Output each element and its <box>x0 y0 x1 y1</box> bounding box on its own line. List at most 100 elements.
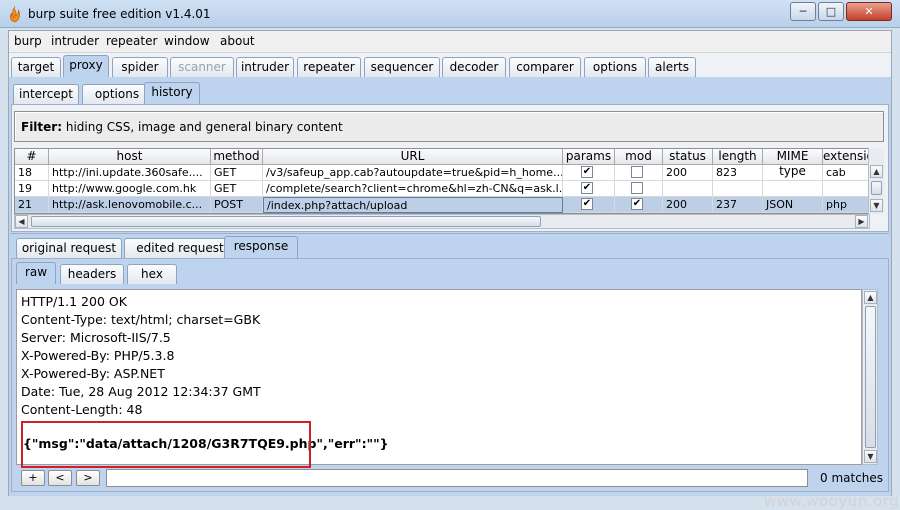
response-line: Date: Tue, 28 Aug 2012 12:34:37 GMT <box>21 384 261 399</box>
view-tabs: raw headers hex <box>14 262 284 286</box>
params-checkbox[interactable]: ✔ <box>581 166 593 178</box>
scroll-right-arrow[interactable]: ▶ <box>855 215 868 228</box>
response-vertical-scrollbar[interactable]: ▲ ▼ <box>862 289 878 465</box>
cell-host: http://www.google.com.hk <box>49 181 211 197</box>
cell-mime <box>763 181 823 197</box>
cell-url: /v3/safeup_app.cab?autoupdate=true&pid=h… <box>263 165 563 181</box>
tab-proxy[interactable]: proxy <box>63 55 109 77</box>
tab-sequencer[interactable]: sequencer <box>364 57 440 77</box>
scroll-thumb[interactable] <box>871 181 882 195</box>
cell-extension <box>823 181 869 197</box>
cell-mime: JSON <box>763 197 823 213</box>
tab-comparer[interactable]: comparer <box>509 57 581 77</box>
minimize-button[interactable]: ─ <box>790 2 816 21</box>
add-button[interactable]: + <box>21 470 45 486</box>
tab-headers[interactable]: headers <box>60 264 124 284</box>
mod-checkbox[interactable] <box>631 166 643 178</box>
response-body-rest: ,"err":""} <box>322 436 389 451</box>
split-divider[interactable] <box>11 233 889 236</box>
tab-target[interactable]: target <box>11 57 61 77</box>
cell-mod: ✔ <box>615 197 663 213</box>
tab-intercept[interactable]: intercept <box>13 84 79 104</box>
cell-method: GET <box>211 165 263 181</box>
tab-proxy-options[interactable]: options <box>82 84 152 104</box>
cell-params: ✔ <box>563 165 615 181</box>
filter-text: hiding CSS, image and general binary con… <box>65 120 343 134</box>
cell-mime <box>763 165 823 181</box>
response-line: Content-Type: text/html; charset=GBK <box>21 312 261 327</box>
cell-mod <box>615 165 663 181</box>
menu-intruder[interactable]: intruder <box>51 34 99 48</box>
tab-edited-request[interactable]: edited request <box>124 238 236 258</box>
col-header-url[interactable]: URL <box>263 149 563 165</box>
col-header-num[interactable]: # <box>15 149 49 165</box>
scroll-down-arrow[interactable]: ▼ <box>870 199 883 212</box>
scroll-thumb[interactable] <box>31 216 541 227</box>
cell-status: 200 <box>663 165 713 181</box>
cell-status <box>663 181 713 197</box>
params-checkbox[interactable]: ✔ <box>581 182 593 194</box>
cell-host: http://ask.lenovomobile.c... <box>49 197 211 213</box>
response-line: Content-Length: 48 <box>21 402 143 417</box>
menu-about[interactable]: about <box>220 34 255 48</box>
col-header-status[interactable]: status <box>663 149 713 165</box>
scroll-thumb[interactable] <box>865 306 876 448</box>
scroll-up-arrow[interactable]: ▲ <box>870 165 883 178</box>
cell-url: /complete/search?client=chrome&hl=zh-CN&… <box>263 181 563 197</box>
menu-burp[interactable]: burp <box>14 34 42 48</box>
search-input[interactable] <box>106 469 808 487</box>
tab-hex[interactable]: hex <box>127 264 177 284</box>
tab-scanner[interactable]: scanner <box>170 57 234 77</box>
col-header-method[interactable]: method <box>211 149 263 165</box>
col-header-mod[interactable]: mod <box>615 149 663 165</box>
mod-checkbox[interactable] <box>631 182 643 194</box>
col-header-host[interactable]: host <box>49 149 211 165</box>
tab-history[interactable]: history <box>144 82 200 104</box>
mod-checkbox[interactable]: ✔ <box>631 198 643 210</box>
tab-repeater[interactable]: repeater <box>297 57 361 77</box>
filter-bar[interactable]: Filter: hiding CSS, image and general bi… <box>14 111 884 142</box>
next-button[interactable]: > <box>76 470 100 486</box>
cell-extension: php <box>823 197 869 213</box>
tab-spider[interactable]: spider <box>112 57 168 77</box>
cell-params: ✔ <box>563 181 615 197</box>
burp-flame-icon <box>10 5 20 23</box>
col-header-mime[interactable]: MIME type <box>763 149 823 178</box>
tab-decoder[interactable]: decoder <box>442 57 506 77</box>
tab-original-request[interactable]: original request <box>16 238 122 258</box>
history-table: # host method URL params mod status leng… <box>14 148 870 214</box>
scroll-down-arrow[interactable]: ▼ <box>864 450 877 463</box>
maximize-button[interactable]: □ <box>818 2 844 21</box>
cell-mod <box>615 181 663 197</box>
scroll-left-arrow[interactable]: ◀ <box>15 215 28 228</box>
menu-window[interactable]: window <box>164 34 210 48</box>
proxy-subtabs: intercept options history <box>13 82 313 104</box>
scroll-up-arrow[interactable]: ▲ <box>864 291 877 304</box>
cell-num: 18 <box>15 165 49 181</box>
col-header-extension[interactable]: extension <box>823 149 869 165</box>
cell-num: 21 <box>15 197 49 213</box>
tab-alerts[interactable]: alerts <box>648 57 696 77</box>
title-bar: burp suite free edition v1.4.01 ─ □ ✕ <box>0 0 900 28</box>
tab-options[interactable]: options <box>584 57 646 77</box>
table-vertical-scrollbar[interactable]: ▲ ▼ <box>868 148 884 214</box>
response-text-area[interactable]: HTTP/1.1 200 OK Content-Type: text/html;… <box>16 289 862 468</box>
cell-num: 19 <box>15 181 49 197</box>
cell-extension: cab <box>823 165 869 181</box>
response-line: X-Powered-By: ASP.NET <box>21 366 165 381</box>
response-line: Server: Microsoft-IIS/7.5 <box>21 330 171 345</box>
response-line: X-Powered-By: PHP/5.3.8 <box>21 348 175 363</box>
previous-button[interactable]: < <box>48 470 72 486</box>
cell-params: ✔ <box>563 197 615 213</box>
col-header-params[interactable]: params <box>563 149 615 165</box>
tab-intruder[interactable]: intruder <box>236 57 294 77</box>
tab-response[interactable]: response <box>224 236 298 258</box>
menu-bar: burp intruder repeater window about <box>9 31 891 53</box>
tab-raw[interactable]: raw <box>16 262 56 284</box>
table-horizontal-scrollbar[interactable]: ◀ ▶ <box>14 214 870 229</box>
filter-label: Filter: <box>21 120 63 134</box>
menu-repeater[interactable]: repeater <box>106 34 157 48</box>
params-checkbox[interactable]: ✔ <box>581 198 593 210</box>
col-header-length[interactable]: length <box>713 149 763 165</box>
close-button[interactable]: ✕ <box>846 2 892 21</box>
